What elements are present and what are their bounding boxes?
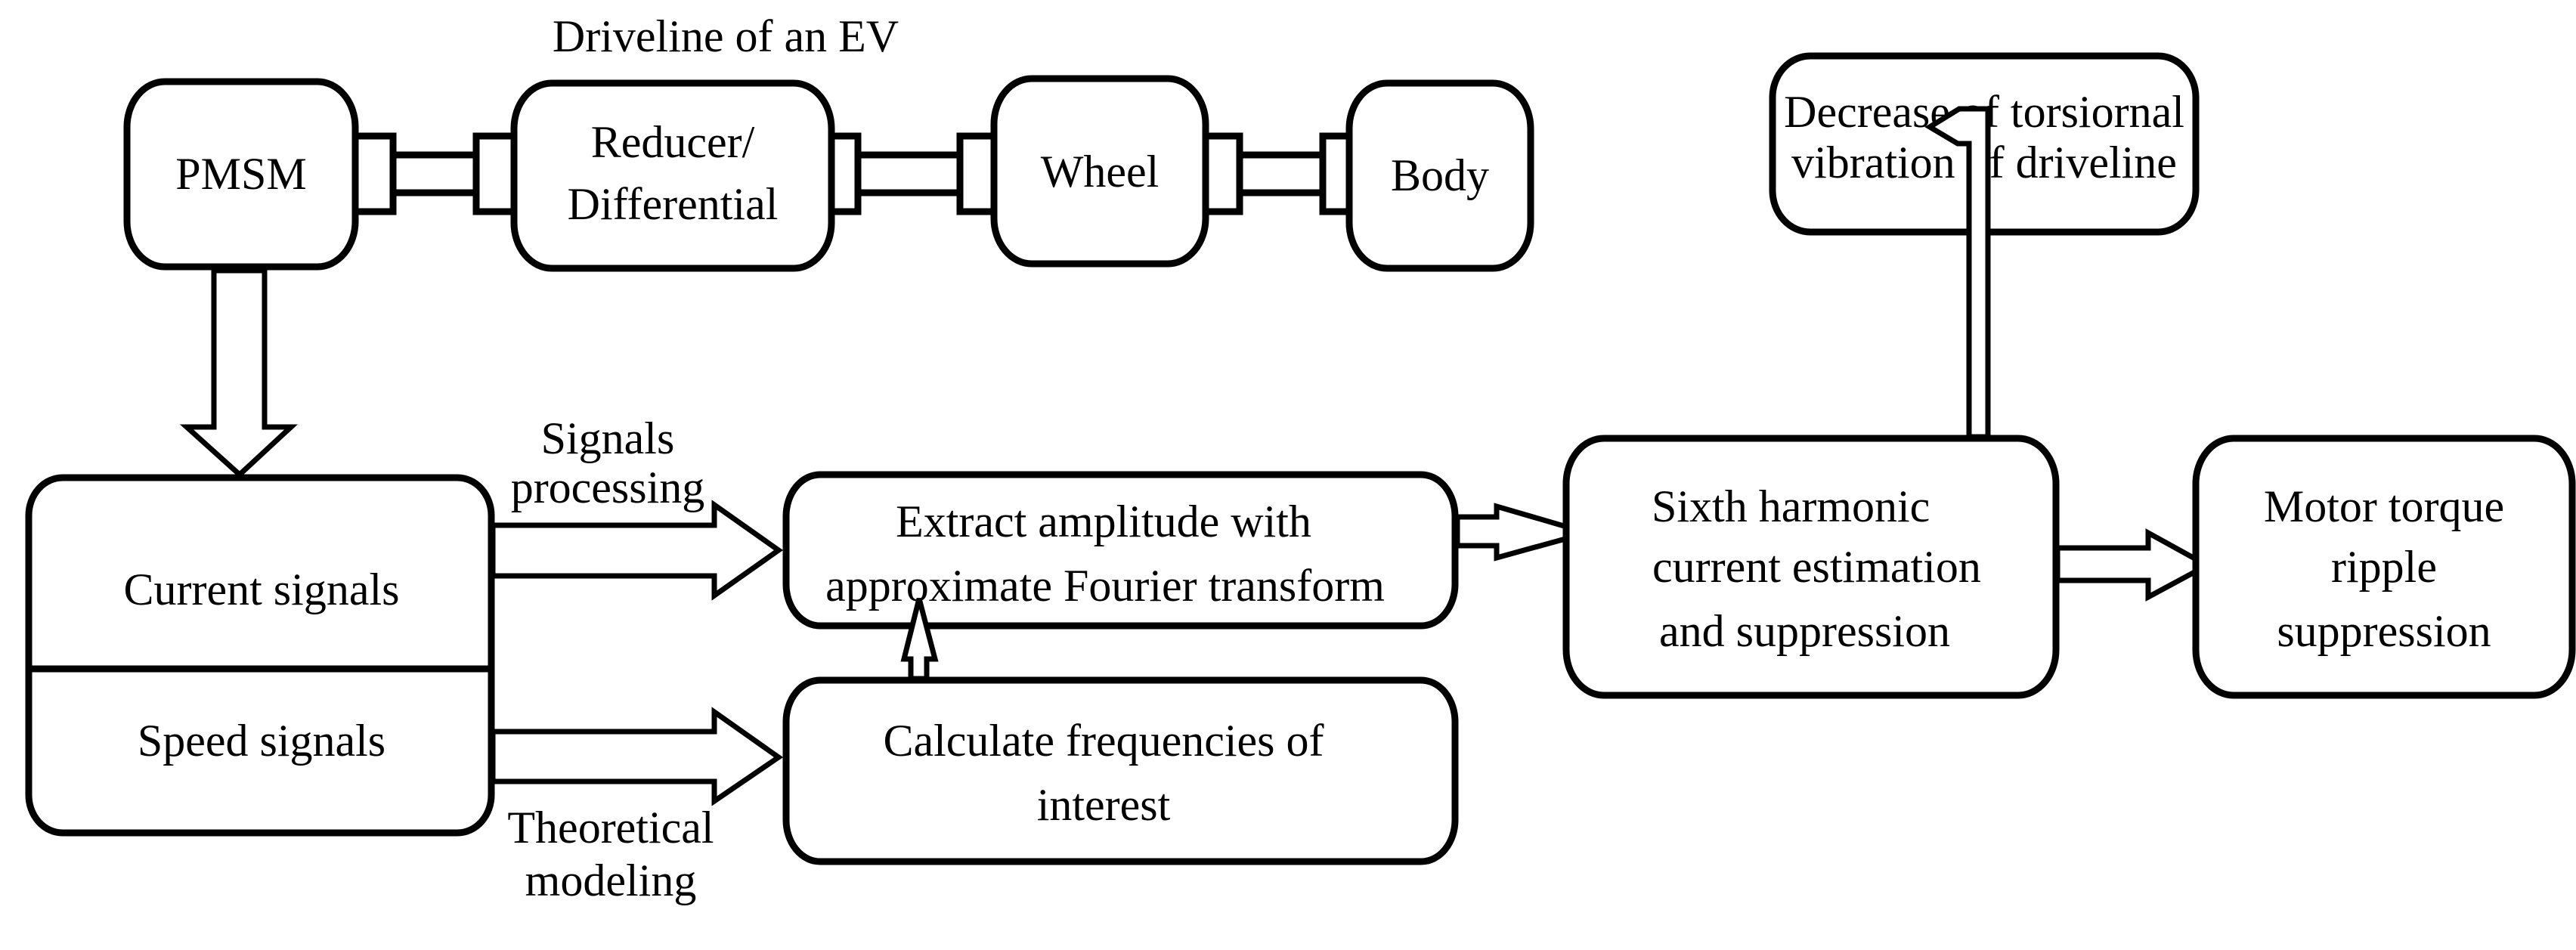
motor-label-line1: Motor torque bbox=[2264, 481, 2504, 531]
sixth-label-line1: Sixth harmonic bbox=[1652, 481, 1930, 531]
extract-amplitude-box: Extract amplitude with approximate Fouri… bbox=[782, 471, 1459, 630]
reducer-label-line2: Differential bbox=[568, 179, 779, 229]
reducer-differential-box: Reducer/ Differential bbox=[510, 79, 835, 272]
theoretical-modeling-label-line2: modeling bbox=[525, 856, 697, 905]
signals-processing-label-line2: processing bbox=[511, 463, 705, 512]
speed-signals-label: Speed signals bbox=[138, 716, 385, 766]
motor-label-line2: ripple bbox=[2331, 542, 2437, 592]
wheel-label: Wheel bbox=[1041, 147, 1160, 196]
shaft-pmsm-reducer bbox=[351, 132, 518, 215]
ev-driveline-diagram: Driveline of an EV PMSM Reducer/ Differe… bbox=[25, 11, 2576, 905]
pmsm-box: PMSM bbox=[123, 78, 359, 271]
sixth-label-line2: current estimation bbox=[1652, 542, 1981, 592]
motor-torque-ripple-box: Motor torque ripple suppression bbox=[2192, 435, 2576, 699]
reducer-label-line1: Reducer/ bbox=[591, 117, 755, 167]
body-box: Body bbox=[1345, 79, 1534, 272]
pmsm-label: PMSM bbox=[175, 149, 306, 199]
wheel-box: Wheel bbox=[990, 75, 1209, 268]
arrow-sixth-to-motor bbox=[2054, 528, 2213, 602]
arrow-pmsm-to-signals bbox=[179, 268, 298, 478]
arrow-current-to-extract bbox=[490, 500, 784, 601]
sixth-label-line3: and suppression bbox=[1659, 606, 1950, 656]
shaft-wheel-body bbox=[1202, 132, 1353, 215]
calculate-label-line2: interest bbox=[1037, 780, 1171, 830]
extract-label-line1: Extract amplitude with bbox=[896, 497, 1311, 546]
motor-label-line3: suppression bbox=[2277, 606, 2491, 656]
calculate-label-line1: Calculate frequencies of bbox=[883, 716, 1324, 766]
arrow-speed-to-calculate bbox=[490, 707, 784, 806]
signals-processing-label-line1: Signals bbox=[541, 413, 675, 463]
shaft-reducer-wheel bbox=[828, 132, 998, 215]
body-label: Body bbox=[1391, 150, 1489, 200]
sixth-harmonic-box: Sixth harmonic current estimation and su… bbox=[1562, 435, 2060, 699]
signals-box: Current signals Speed signals bbox=[25, 474, 495, 837]
extract-label-line2: approximate Fourier transform bbox=[825, 561, 1385, 611]
current-signals-label: Current signals bbox=[124, 565, 400, 614]
theoretical-modeling-label-line1: Theoretical bbox=[507, 803, 714, 853]
calculate-frequencies-box: Calculate frequencies of interest bbox=[782, 676, 1459, 865]
diagram-title: Driveline of an EV bbox=[553, 11, 899, 61]
